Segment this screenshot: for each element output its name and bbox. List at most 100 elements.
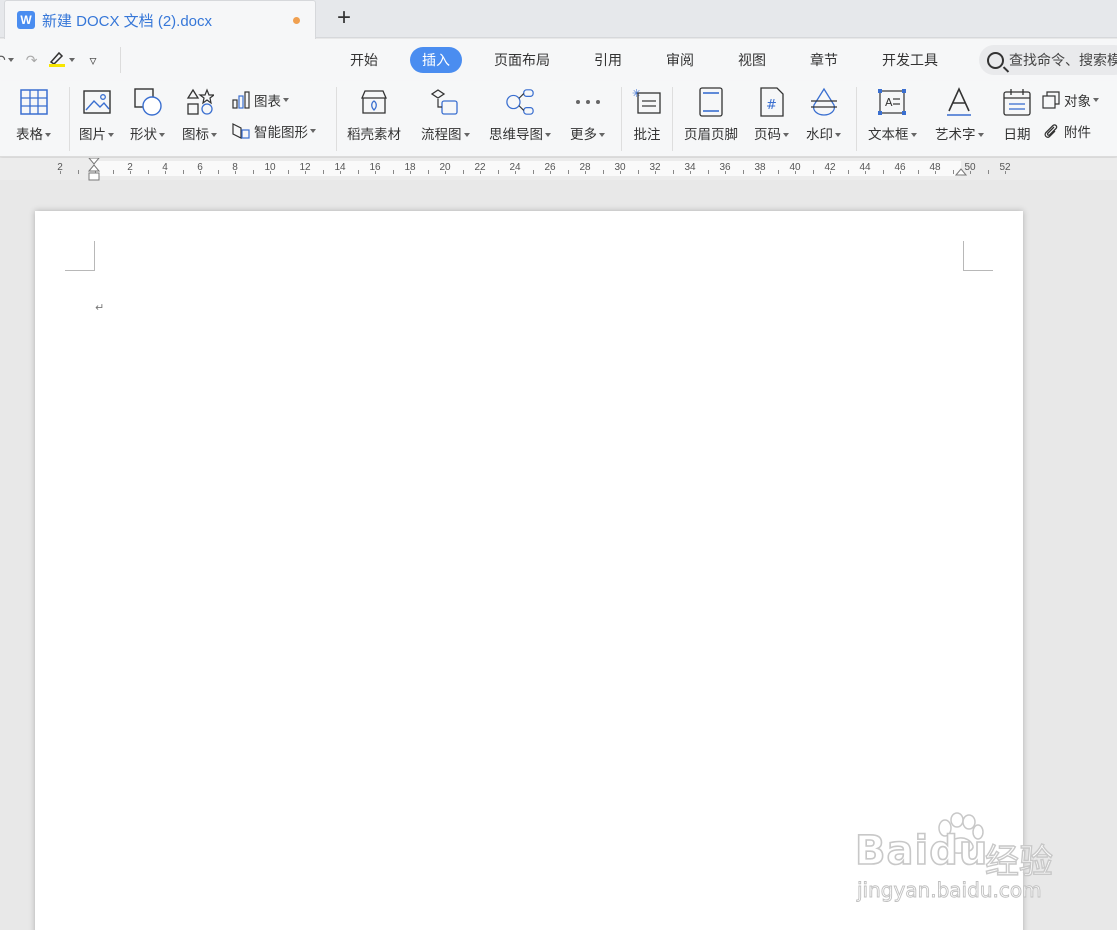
- redo-icon[interactable]: ↷: [26, 52, 38, 69]
- header-footer-button[interactable]: 页眉页脚: [684, 87, 738, 143]
- document-tab-title: 新建 DOCX 文档 (2).docx: [42, 12, 213, 30]
- insert-comment-button[interactable]: ✳ 批注: [632, 87, 662, 143]
- insert-object-button[interactable]: 对象: [1042, 90, 1099, 110]
- svg-text:A: A: [885, 96, 893, 109]
- insert-icon-button[interactable]: 图标: [182, 87, 217, 143]
- undo-icon[interactable]: ↶: [0, 52, 6, 69]
- watermark-logo-text: Baidu: [854, 827, 989, 875]
- chevron-down-icon: [310, 129, 316, 133]
- more-label: 更多: [570, 127, 597, 142]
- insert-flowchart-button[interactable]: 流程图: [421, 87, 470, 143]
- chart-label: 图表: [254, 94, 281, 109]
- margin-corner-top-right: [963, 241, 993, 271]
- insert-date-button[interactable]: 日期: [1002, 87, 1032, 143]
- tab-6[interactable]: 章节: [798, 47, 850, 73]
- table-icon: [19, 87, 49, 117]
- calendar-icon: [1002, 87, 1032, 117]
- watermark-button[interactable]: 水印: [806, 87, 841, 143]
- document-tab[interactable]: W 新建 DOCX 文档 (2).docx: [4, 0, 316, 39]
- tab-7[interactable]: 开发工具: [870, 47, 950, 73]
- ruler-label: 34: [684, 162, 696, 173]
- tab-0[interactable]: 开始: [338, 47, 390, 73]
- ruler-label: 28: [579, 162, 591, 173]
- ruler-label: 4: [162, 162, 168, 173]
- object-icon: [1042, 91, 1060, 109]
- chevron-down-icon: [1093, 98, 1099, 102]
- ruler-tick: [217, 170, 219, 174]
- tab-3[interactable]: 引用: [582, 47, 634, 73]
- ruler-label: 26: [544, 162, 556, 173]
- smart-graphic-icon: [232, 122, 250, 140]
- ruler-tick: [322, 170, 324, 174]
- ruler-label: 44: [859, 162, 871, 173]
- ruler-tick: [707, 170, 709, 174]
- insert-textbox-button[interactable]: A 文本框: [868, 87, 917, 143]
- ruler-label: 52: [999, 162, 1011, 173]
- command-search[interactable]: 查找命令、搜索模板: [979, 45, 1117, 75]
- ruler-tick: [602, 170, 604, 174]
- highlight-dropdown-icon[interactable]: [69, 58, 76, 62]
- new-tab-button[interactable]: +: [333, 6, 355, 32]
- search-icon: [987, 51, 1004, 69]
- ruler-tick: [672, 170, 674, 174]
- ruler-label: 42: [824, 162, 836, 173]
- ruler-tick: [427, 170, 429, 174]
- ruler-tick: [392, 170, 394, 174]
- search-input[interactable]: 查找命令、搜索模板: [1009, 50, 1117, 70]
- horizontal-ruler[interactable]: 2 2 4 6 8 10 12 14 16 18 20 22 24 26 28 30 32 34 36 38 40 42 4…: [0, 158, 1117, 182]
- ruler-label: 36: [719, 162, 731, 173]
- insert-smart-graphic-button[interactable]: 智能图形: [232, 121, 316, 141]
- chevron-down-icon: [910, 133, 917, 138]
- insert-chart-button[interactable]: 图表: [232, 90, 289, 110]
- watermark-label: 水印: [806, 127, 833, 142]
- ruler-label: 30: [614, 162, 626, 173]
- chevron-down-icon: [211, 133, 217, 138]
- ruler-tick: [357, 170, 359, 174]
- tab-5[interactable]: 视图: [726, 47, 778, 73]
- ruler-label: 22: [474, 162, 486, 173]
- ruler-tick: [917, 170, 919, 174]
- daoke-label: 稻壳素材: [347, 127, 401, 142]
- tab-4[interactable]: 审阅: [654, 47, 706, 73]
- insert-shape-button[interactable]: 形状: [130, 87, 165, 143]
- insert-table-button[interactable]: 表格: [16, 87, 51, 143]
- undo-dropdown-icon[interactable]: [7, 58, 14, 62]
- highlight-icon[interactable]: [47, 50, 67, 71]
- tab-2[interactable]: 页面布局: [482, 47, 562, 73]
- insert-mindmap-button[interactable]: 思维导图: [489, 87, 551, 143]
- wordart-label: 艺术字: [935, 127, 976, 142]
- ruler-tick: [567, 170, 569, 174]
- indent-marker-icon[interactable]: [88, 158, 100, 182]
- ruler-label: 12: [299, 162, 311, 173]
- tab-bar: W 新建 DOCX 文档 (2).docx +: [0, 0, 1117, 39]
- customize-toolbar-icon[interactable]: ▿: [89, 52, 96, 69]
- quick-access-toolbar: ↶ ↷ ▿: [0, 39, 107, 81]
- insert-wordart-button[interactable]: 艺术字: [935, 87, 984, 143]
- ruler-tick: [287, 170, 289, 174]
- chevron-down-icon: [159, 133, 165, 138]
- daoke-material-button[interactable]: 稻壳素材: [347, 87, 401, 143]
- ruler-label: 32: [649, 162, 661, 173]
- flowchart-label: 流程图: [421, 127, 462, 142]
- comment-label: 批注: [633, 127, 661, 142]
- insert-attachment-button[interactable]: 附件: [1042, 121, 1091, 141]
- ribbon-tabs: 开始插入页面布局引用审阅视图章节开发工具会员专享: [328, 39, 1060, 81]
- insert-picture-button[interactable]: 图片: [79, 87, 114, 143]
- textbox-label: 文本框: [868, 127, 909, 142]
- header-footer-icon: [696, 87, 726, 117]
- ruler-label: 14: [334, 162, 346, 173]
- ruler-tick: [497, 170, 499, 174]
- page-number-button[interactable]: # 页码: [754, 87, 789, 143]
- ruler-tick: [182, 170, 184, 174]
- watermark-url: jingyan.baidu.com: [857, 878, 1042, 903]
- ruler-tick: [882, 170, 884, 174]
- date-label: 日期: [1003, 127, 1031, 142]
- page-number-icon: #: [757, 87, 787, 117]
- header-footer-label: 页眉页脚: [684, 127, 738, 142]
- watermark-icon: [809, 87, 839, 117]
- ruler-label: 18: [404, 162, 416, 173]
- tab-1[interactable]: 插入: [410, 47, 462, 73]
- right-indent-marker-icon[interactable]: [955, 166, 967, 176]
- more-insert-button[interactable]: 更多: [570, 87, 605, 143]
- ruler-tick: [462, 170, 464, 174]
